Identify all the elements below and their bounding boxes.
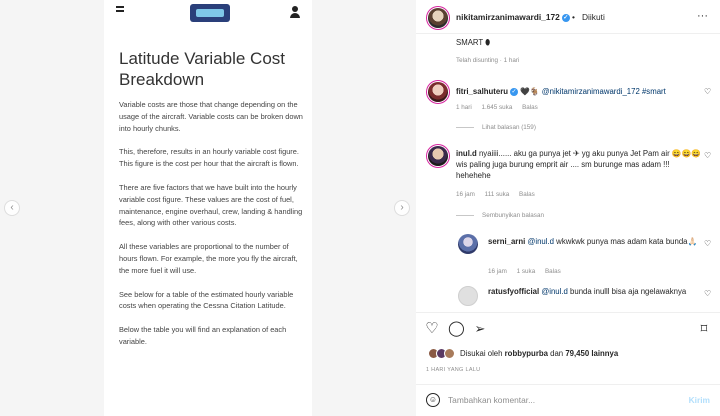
emoji-smiley-icon[interactable]: ☺	[426, 393, 440, 407]
separator-dot: •	[572, 12, 575, 22]
liked-mid: dan	[547, 349, 566, 358]
post-timestamp: 1 HARI YANG LALU	[426, 367, 481, 373]
comment-time: 16 jam	[488, 268, 507, 275]
comment-text: ratusfyofficial @inul.d bunda inulll bis…	[488, 287, 687, 296]
article-paragraph: See below for a table of the estimated h…	[119, 289, 294, 311]
hamburger-menu-icon	[116, 6, 124, 12]
liked-prefix: Disukai oleh	[460, 349, 505, 358]
comment-likes: 1 suka	[516, 268, 536, 275]
next-arrow-icon[interactable]: ›	[394, 200, 410, 216]
mention-link[interactable]: @inul.d	[541, 287, 568, 296]
post-actions: ♡ ◯ ➢ ⌑ Disukai oleh robbypurba dan 79,4…	[416, 312, 720, 373]
site-logo	[190, 4, 230, 22]
liker-username[interactable]: robbypurba	[505, 349, 548, 358]
likes-count-link[interactable]: 79,450 lainnya	[565, 349, 618, 358]
verified-badge-icon: ✓	[561, 13, 570, 22]
commenter-username[interactable]: fitri_salhuteru	[456, 87, 508, 96]
comment-likes: 111 suka	[484, 191, 510, 198]
article-title: Latitude Variable Cost Breakdown	[119, 49, 286, 89]
like-comment-heart-icon[interactable]: ♡	[704, 290, 712, 298]
more-options-icon[interactable]: ···	[697, 10, 708, 22]
comment-meta: 16 jam 1 suka Balas	[488, 268, 569, 275]
author-avatar[interactable]	[428, 8, 448, 28]
article-paragraph: Variable costs are those that change dep…	[119, 100, 303, 133]
caption-tail: SMART ⬮	[456, 38, 491, 47]
article-body: Latitude Variable Cost Breakdown Variabl…	[119, 48, 303, 360]
article-paragraph: All these variables are proportional to …	[119, 242, 298, 275]
reply-button[interactable]: Balas	[519, 191, 535, 198]
commenter-username[interactable]: inul.d	[456, 149, 477, 158]
reply-button[interactable]: Balas	[522, 104, 538, 111]
article-paragraph: This, therefore, results in an hourly va…	[119, 147, 299, 169]
commenter-avatar[interactable]	[458, 286, 478, 306]
follow-status-button[interactable]: Diikuti	[582, 12, 605, 22]
post-media: Latitude Variable Cost Breakdown Variabl…	[0, 0, 416, 416]
comment-time: 16 jam	[456, 191, 475, 198]
hide-replies-button[interactable]: Sembunyikan balasan	[456, 212, 544, 219]
author-username[interactable]: nikitamirzanimawardi_172 ✓	[456, 12, 570, 22]
comment-time: 1 hari	[456, 104, 472, 111]
comment-input[interactable]	[448, 391, 670, 409]
commenter-avatar[interactable]	[428, 146, 448, 166]
comment-text: fitri_salhuteru ✓ 🖤🐐 @nikitamirzanimaward…	[456, 87, 666, 96]
mention-link[interactable]: @inul.d	[527, 237, 554, 246]
comment-meta: 16 jam 111 suka Balas	[456, 191, 543, 198]
like-heart-icon[interactable]: ♡	[424, 321, 440, 337]
like-comment-heart-icon[interactable]: ♡	[704, 152, 712, 160]
comment-text: inul.d nyaiiii...... aku ga punya jet ✈ …	[456, 149, 701, 180]
comment-likes: 1.645 suka	[481, 104, 513, 111]
article-screenshot: Latitude Variable Cost Breakdown Variabl…	[104, 0, 312, 416]
comment-meta: 1 hari 1.645 suka Balas	[456, 104, 546, 111]
article-paragraph: Below the table you will find an explana…	[119, 325, 287, 346]
share-send-icon[interactable]: ➢	[472, 321, 488, 337]
commenter-username[interactable]: serni_arni	[488, 237, 525, 246]
save-bookmark-icon[interactable]: ⌑	[696, 321, 712, 337]
comment-panel: nikitamirzanimawardi_172 ✓ • Diikuti ··· …	[416, 0, 720, 416]
verified-badge-icon: ✓	[510, 87, 518, 96]
reply-button[interactable]: Balas	[545, 268, 561, 275]
like-comment-heart-icon[interactable]: ♡	[704, 88, 712, 96]
comment-text: serni_arni @inul.d wkwkwk punya mas adam…	[488, 237, 698, 246]
caption-meta: Telah disunting · 1 hari	[456, 57, 520, 64]
user-icon	[290, 6, 300, 18]
commenter-avatar[interactable]	[428, 82, 448, 102]
comment-composer: ☺ Kirim	[416, 384, 720, 416]
liked-by-text: Disukai oleh robbypurba dan 79,450 lainn…	[460, 349, 618, 358]
like-comment-heart-icon[interactable]: ♡	[704, 240, 712, 248]
comment-bubble-icon[interactable]: ◯	[448, 321, 465, 337]
view-replies-button[interactable]: Lihat balasan (159)	[456, 124, 536, 131]
previous-arrow-icon[interactable]: ‹	[4, 200, 20, 216]
commenter-avatar[interactable]	[458, 234, 478, 254]
commenter-username[interactable]: ratusfyofficial	[488, 287, 539, 296]
send-comment-button[interactable]: Kirim	[689, 395, 710, 405]
article-header	[104, 0, 312, 28]
liker-avatar	[444, 348, 455, 359]
instagram-post-view: Latitude Variable Cost Breakdown Variabl…	[0, 0, 720, 416]
post-header: nikitamirzanimawardi_172 ✓ • Diikuti ···	[416, 0, 720, 34]
article-paragraph: There are five factors that we have buil…	[119, 182, 303, 228]
